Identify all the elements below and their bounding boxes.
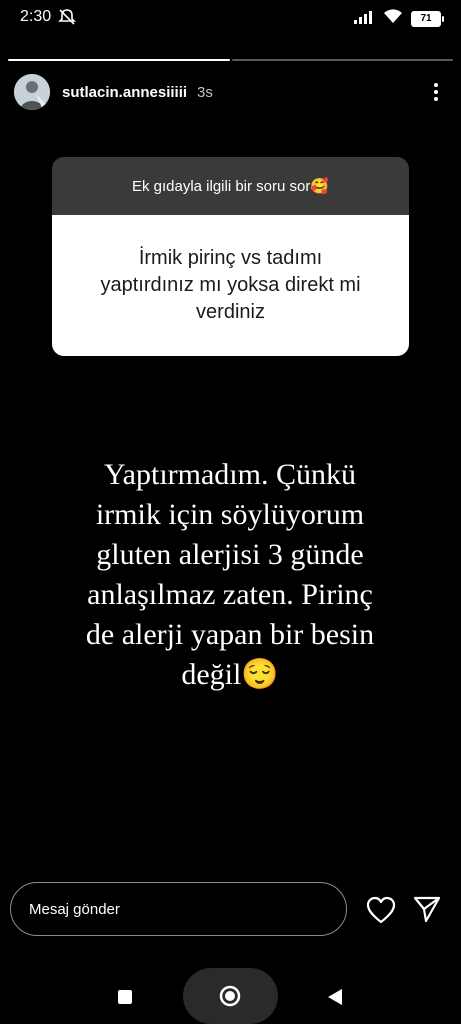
question-sticker: Ek gıdayla ilgili bir soru sor🥰 İrmik pi…	[52, 157, 409, 356]
story-header: sutlacin.annesiiiii 3s	[14, 72, 454, 112]
battery-icon: 71	[411, 11, 444, 27]
answer-text: Yaptırmadım. Çünkü irmik için söylüyorum…	[85, 458, 375, 691]
status-bar: 2:30 71	[0, 0, 461, 36]
question-prompt: Ek gıdayla ilgili bir soru sor🥰	[52, 157, 409, 215]
message-input[interactable]: Mesaj gönder	[10, 882, 347, 936]
wifi-icon	[383, 9, 403, 29]
username[interactable]: sutlacin.annesiiiii	[62, 84, 187, 101]
send-icon[interactable]	[412, 895, 442, 928]
system-nav-bar	[0, 968, 461, 1024]
signal-icon	[353, 10, 375, 29]
status-time: 2:30	[20, 8, 52, 25]
message-placeholder: Mesaj gönder	[29, 900, 120, 918]
mute-icon	[58, 8, 76, 31]
progress-segment	[231, 59, 453, 61]
more-options-icon[interactable]	[424, 80, 448, 104]
status-icons: 71	[353, 9, 444, 29]
heart-icon[interactable]	[366, 896, 396, 929]
home-button[interactable]	[219, 985, 241, 1007]
progress-segment	[8, 59, 230, 61]
post-time: 3s	[197, 83, 213, 101]
back-button[interactable]	[326, 988, 344, 1011]
story-progress	[8, 59, 453, 61]
avatar[interactable]	[14, 74, 50, 110]
question-text: İrmik pirinç vs tadımı yaptırdınız mı yo…	[52, 215, 409, 356]
recents-button[interactable]	[118, 990, 132, 1004]
